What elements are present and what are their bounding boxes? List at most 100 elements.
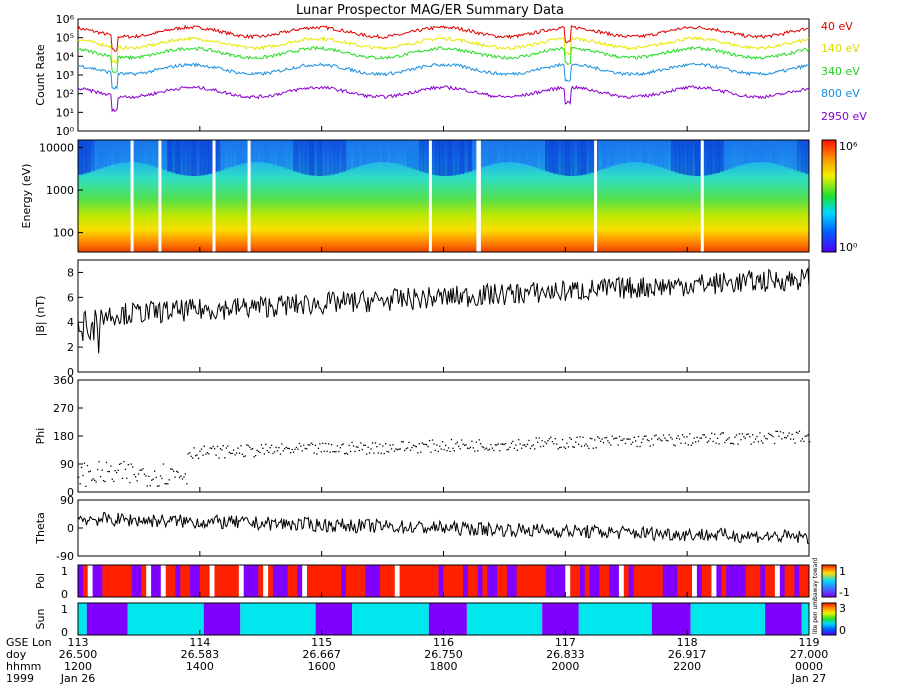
phi-point [184, 473, 186, 475]
spectrogram-column [183, 140, 189, 176]
phi-point [268, 451, 270, 453]
phi-point [148, 475, 150, 477]
phi-point [692, 442, 694, 444]
spectrogram-ylabel: Energy (eV) [20, 164, 33, 229]
phi-point [294, 448, 296, 450]
phi-point [712, 440, 714, 443]
spectrogram-column [662, 140, 668, 169]
phi-point [176, 470, 178, 473]
phi-point [140, 469, 143, 471]
phi-point [715, 442, 717, 444]
spectrogram-column [431, 140, 436, 175]
spectrogram-column [110, 140, 116, 165]
phi-point [307, 444, 309, 446]
phi-point [97, 468, 99, 471]
phi-point [510, 442, 513, 444]
energy-spectrogram-panel: 100 1000 10000 Energy (eV) 10⁶ 10⁰ [20, 139, 858, 254]
phi-point [624, 442, 627, 444]
spectrogram-column [305, 140, 310, 175]
phi-point [266, 450, 268, 452]
pol-segment [428, 565, 435, 597]
spectrogram-column [780, 140, 786, 166]
phi-point [645, 435, 647, 437]
spectrogram-column [167, 140, 172, 172]
spectrogram-column [114, 140, 120, 164]
phi-point [697, 440, 700, 442]
phi-point [580, 445, 583, 447]
phi-point [167, 483, 169, 485]
spectrogram-column [199, 140, 205, 176]
spectrogram-column [86, 140, 91, 173]
phi-point [174, 476, 176, 478]
sun-segment [651, 603, 691, 635]
phi-point [285, 446, 287, 448]
pol-segment [765, 565, 771, 597]
phi-point [240, 445, 242, 447]
phi-point [542, 445, 545, 447]
pol-segment [394, 565, 401, 597]
phi-point [164, 483, 166, 485]
phi-point [740, 439, 742, 441]
ytick-label: 8 [67, 266, 74, 279]
sun-panel: Sun 1 0 3 0 lite pen umb [34, 596, 846, 639]
phi-point [583, 445, 586, 447]
spectrogram-column [118, 140, 124, 163]
phi-point [791, 433, 793, 435]
phi-point [664, 437, 666, 439]
phi-point [709, 438, 711, 440]
phi-point [665, 439, 667, 441]
spectrogram-column [687, 140, 692, 176]
phi-point [235, 452, 238, 454]
phi-point [627, 438, 629, 440]
phi-point [668, 434, 670, 436]
spectrogram-column [203, 140, 209, 175]
phi-point [785, 437, 787, 439]
phi-point [401, 441, 403, 443]
xtick-label: Jan 27 [791, 672, 826, 685]
spectrogram-column [504, 140, 509, 163]
pol-segment [102, 565, 108, 597]
phi-point [706, 441, 708, 443]
pol-segment [653, 565, 659, 597]
spectrogram-column [581, 140, 587, 175]
series-line-2950ev [77, 84, 810, 113]
spectrogram-column [362, 140, 367, 165]
spectrogram-column [256, 140, 262, 163]
pol-segment [750, 565, 756, 597]
theta-trace [77, 512, 810, 545]
ytick-label: 90 [60, 458, 74, 471]
phi-point [360, 442, 362, 444]
pol-ylabel: Pol [34, 573, 47, 589]
phi-point [250, 448, 252, 450]
data-gap [428, 140, 432, 252]
phi-point [657, 438, 659, 441]
phi-point [297, 448, 299, 450]
pol-segment [424, 565, 430, 597]
spectrogram-column [658, 140, 664, 168]
spectrogram-column [439, 140, 444, 176]
pol-segment [618, 565, 625, 597]
phi-point [632, 441, 634, 443]
phi-point [121, 477, 124, 479]
phi-point [395, 448, 397, 450]
phi-point [423, 443, 425, 445]
phi-point [763, 435, 765, 437]
pol-segment [633, 565, 639, 597]
xtick-label: Jan 26 [60, 672, 95, 685]
phi-point [193, 447, 195, 449]
pol-segment [151, 565, 157, 597]
phi-point [137, 473, 140, 475]
phi-point [275, 446, 277, 449]
phi-point [700, 437, 703, 439]
phi-point [219, 448, 222, 450]
ytick-label: 180 [53, 430, 74, 443]
pol-segment [238, 565, 245, 597]
pol-segment [92, 565, 98, 597]
spectrogram-column [626, 140, 631, 163]
phi-point [197, 457, 200, 459]
phi-point [521, 447, 523, 449]
pol-segment [355, 565, 362, 597]
phi-point [719, 433, 722, 435]
spectrogram-column [748, 140, 753, 163]
ytick-label: 1000 [46, 184, 74, 197]
